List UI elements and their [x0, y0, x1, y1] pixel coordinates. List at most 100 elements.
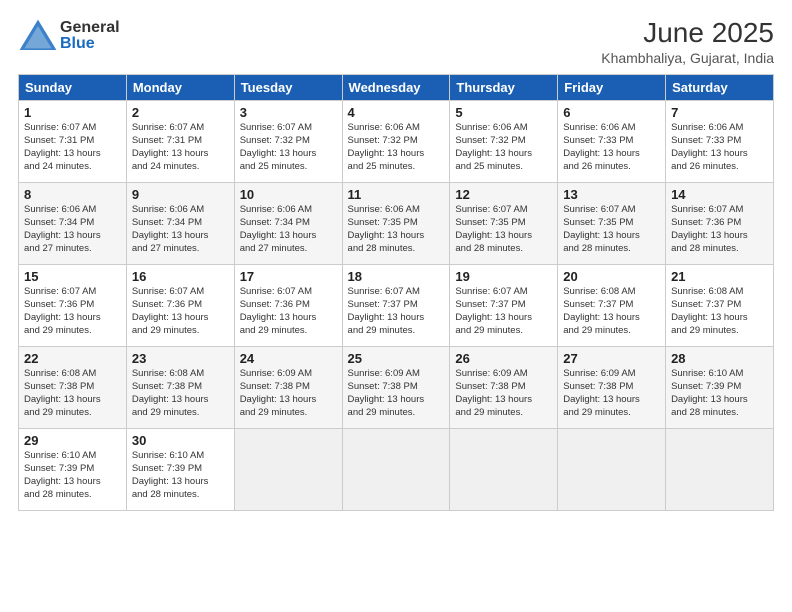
daylight-text: Daylight: 13 hours — [348, 312, 425, 323]
day-number: 17 — [240, 269, 337, 284]
sunrise-text: Sunrise: 6:09 AM — [348, 368, 420, 379]
daylight-extra: and 24 minutes. — [24, 161, 92, 172]
day-number: 14 — [671, 187, 768, 202]
daylight-extra: and 28 minutes. — [132, 489, 200, 500]
sunrise-text: Sunrise: 6:06 AM — [348, 122, 420, 133]
sunset-text: Sunset: 7:35 PM — [563, 217, 633, 228]
daylight-extra: and 26 minutes. — [563, 161, 631, 172]
sunrise-text: Sunrise: 6:07 AM — [348, 286, 420, 297]
daylight-text: Daylight: 13 hours — [348, 230, 425, 241]
table-row: 4 Sunrise: 6:06 AM Sunset: 7:32 PM Dayli… — [342, 100, 450, 182]
day-info: Sunrise: 6:07 AM Sunset: 7:36 PM Dayligh… — [24, 285, 121, 338]
sunset-text: Sunset: 7:38 PM — [348, 381, 418, 392]
day-info: Sunrise: 6:06 AM Sunset: 7:32 PM Dayligh… — [455, 121, 552, 174]
sunset-text: Sunset: 7:35 PM — [455, 217, 525, 228]
sunset-text: Sunset: 7:37 PM — [348, 299, 418, 310]
sunset-text: Sunset: 7:33 PM — [671, 135, 741, 146]
table-row: 3 Sunrise: 6:07 AM Sunset: 7:32 PM Dayli… — [234, 100, 342, 182]
day-info: Sunrise: 6:06 AM Sunset: 7:34 PM Dayligh… — [240, 203, 337, 256]
col-monday: Monday — [126, 74, 234, 100]
day-info: Sunrise: 6:07 AM Sunset: 7:31 PM Dayligh… — [24, 121, 121, 174]
day-number: 30 — [132, 433, 229, 448]
daylight-extra: and 26 minutes. — [671, 161, 739, 172]
sunrise-text: Sunrise: 6:06 AM — [348, 204, 420, 215]
day-info: Sunrise: 6:06 AM Sunset: 7:33 PM Dayligh… — [563, 121, 660, 174]
daylight-extra: and 29 minutes. — [563, 407, 631, 418]
day-number: 6 — [563, 105, 660, 120]
sunset-text: Sunset: 7:31 PM — [24, 135, 94, 146]
day-number: 19 — [455, 269, 552, 284]
sunrise-text: Sunrise: 6:07 AM — [455, 204, 527, 215]
daylight-text: Daylight: 13 hours — [563, 148, 640, 159]
sunrise-text: Sunrise: 6:06 AM — [563, 122, 635, 133]
table-row: 12 Sunrise: 6:07 AM Sunset: 7:35 PM Dayl… — [450, 182, 558, 264]
daylight-extra: and 25 minutes. — [240, 161, 308, 172]
daylight-extra: and 29 minutes. — [455, 325, 523, 336]
sunset-text: Sunset: 7:36 PM — [132, 299, 202, 310]
calendar-table: Sunday Monday Tuesday Wednesday Thursday… — [18, 74, 774, 511]
sunrise-text: Sunrise: 6:10 AM — [671, 368, 743, 379]
daylight-text: Daylight: 13 hours — [132, 148, 209, 159]
table-row: 13 Sunrise: 6:07 AM Sunset: 7:35 PM Dayl… — [558, 182, 666, 264]
day-number: 25 — [348, 351, 445, 366]
table-row: 20 Sunrise: 6:08 AM Sunset: 7:37 PM Dayl… — [558, 264, 666, 346]
sunset-text: Sunset: 7:33 PM — [563, 135, 633, 146]
day-number: 2 — [132, 105, 229, 120]
day-info: Sunrise: 6:08 AM Sunset: 7:37 PM Dayligh… — [671, 285, 768, 338]
sunrise-text: Sunrise: 6:07 AM — [563, 204, 635, 215]
daylight-text: Daylight: 13 hours — [24, 476, 101, 487]
day-info: Sunrise: 6:09 AM Sunset: 7:38 PM Dayligh… — [348, 367, 445, 420]
day-info: Sunrise: 6:07 AM Sunset: 7:36 PM Dayligh… — [132, 285, 229, 338]
daylight-extra: and 28 minutes. — [671, 243, 739, 254]
daylight-text: Daylight: 13 hours — [563, 230, 640, 241]
sunrise-text: Sunrise: 6:08 AM — [24, 368, 96, 379]
daylight-text: Daylight: 13 hours — [671, 148, 748, 159]
day-number: 12 — [455, 187, 552, 202]
daylight-extra: and 25 minutes. — [455, 161, 523, 172]
day-info: Sunrise: 6:07 AM Sunset: 7:35 PM Dayligh… — [563, 203, 660, 256]
day-number: 11 — [348, 187, 445, 202]
day-number: 23 — [132, 351, 229, 366]
sunrise-text: Sunrise: 6:07 AM — [240, 286, 312, 297]
location-text: Khambhaliya, Gujarat, India — [601, 50, 774, 66]
month-title: June 2025 — [601, 16, 774, 50]
day-number: 10 — [240, 187, 337, 202]
sunset-text: Sunset: 7:34 PM — [24, 217, 94, 228]
day-number: 22 — [24, 351, 121, 366]
sunrise-text: Sunrise: 6:07 AM — [132, 286, 204, 297]
daylight-extra: and 29 minutes. — [132, 325, 200, 336]
sunset-text: Sunset: 7:38 PM — [455, 381, 525, 392]
daylight-text: Daylight: 13 hours — [132, 476, 209, 487]
daylight-extra: and 25 minutes. — [348, 161, 416, 172]
sunset-text: Sunset: 7:38 PM — [240, 381, 310, 392]
sunset-text: Sunset: 7:32 PM — [455, 135, 525, 146]
calendar-week-row: 8 Sunrise: 6:06 AM Sunset: 7:34 PM Dayli… — [19, 182, 774, 264]
table-row: 25 Sunrise: 6:09 AM Sunset: 7:38 PM Dayl… — [342, 346, 450, 428]
table-row: 1 Sunrise: 6:07 AM Sunset: 7:31 PM Dayli… — [19, 100, 127, 182]
daylight-text: Daylight: 13 hours — [348, 394, 425, 405]
day-number: 13 — [563, 187, 660, 202]
col-thursday: Thursday — [450, 74, 558, 100]
daylight-extra: and 29 minutes. — [24, 325, 92, 336]
daylight-text: Daylight: 13 hours — [455, 148, 532, 159]
sunrise-text: Sunrise: 6:07 AM — [24, 122, 96, 133]
table-row — [450, 428, 558, 510]
daylight-extra: and 28 minutes. — [563, 243, 631, 254]
daylight-extra: and 27 minutes. — [24, 243, 92, 254]
sunrise-text: Sunrise: 6:06 AM — [455, 122, 527, 133]
daylight-extra: and 29 minutes. — [240, 325, 308, 336]
day-info: Sunrise: 6:10 AM Sunset: 7:39 PM Dayligh… — [24, 449, 121, 502]
day-info: Sunrise: 6:06 AM Sunset: 7:34 PM Dayligh… — [24, 203, 121, 256]
sunrise-text: Sunrise: 6:09 AM — [240, 368, 312, 379]
logo-icon — [18, 16, 58, 56]
table-row: 18 Sunrise: 6:07 AM Sunset: 7:37 PM Dayl… — [342, 264, 450, 346]
table-row — [342, 428, 450, 510]
day-info: Sunrise: 6:07 AM Sunset: 7:35 PM Dayligh… — [455, 203, 552, 256]
sunset-text: Sunset: 7:38 PM — [563, 381, 633, 392]
day-number: 15 — [24, 269, 121, 284]
daylight-extra: and 29 minutes. — [24, 407, 92, 418]
calendar-header-row: Sunday Monday Tuesday Wednesday Thursday… — [19, 74, 774, 100]
sunrise-text: Sunrise: 6:08 AM — [563, 286, 635, 297]
sunrise-text: Sunrise: 6:06 AM — [240, 204, 312, 215]
table-row: 19 Sunrise: 6:07 AM Sunset: 7:37 PM Dayl… — [450, 264, 558, 346]
